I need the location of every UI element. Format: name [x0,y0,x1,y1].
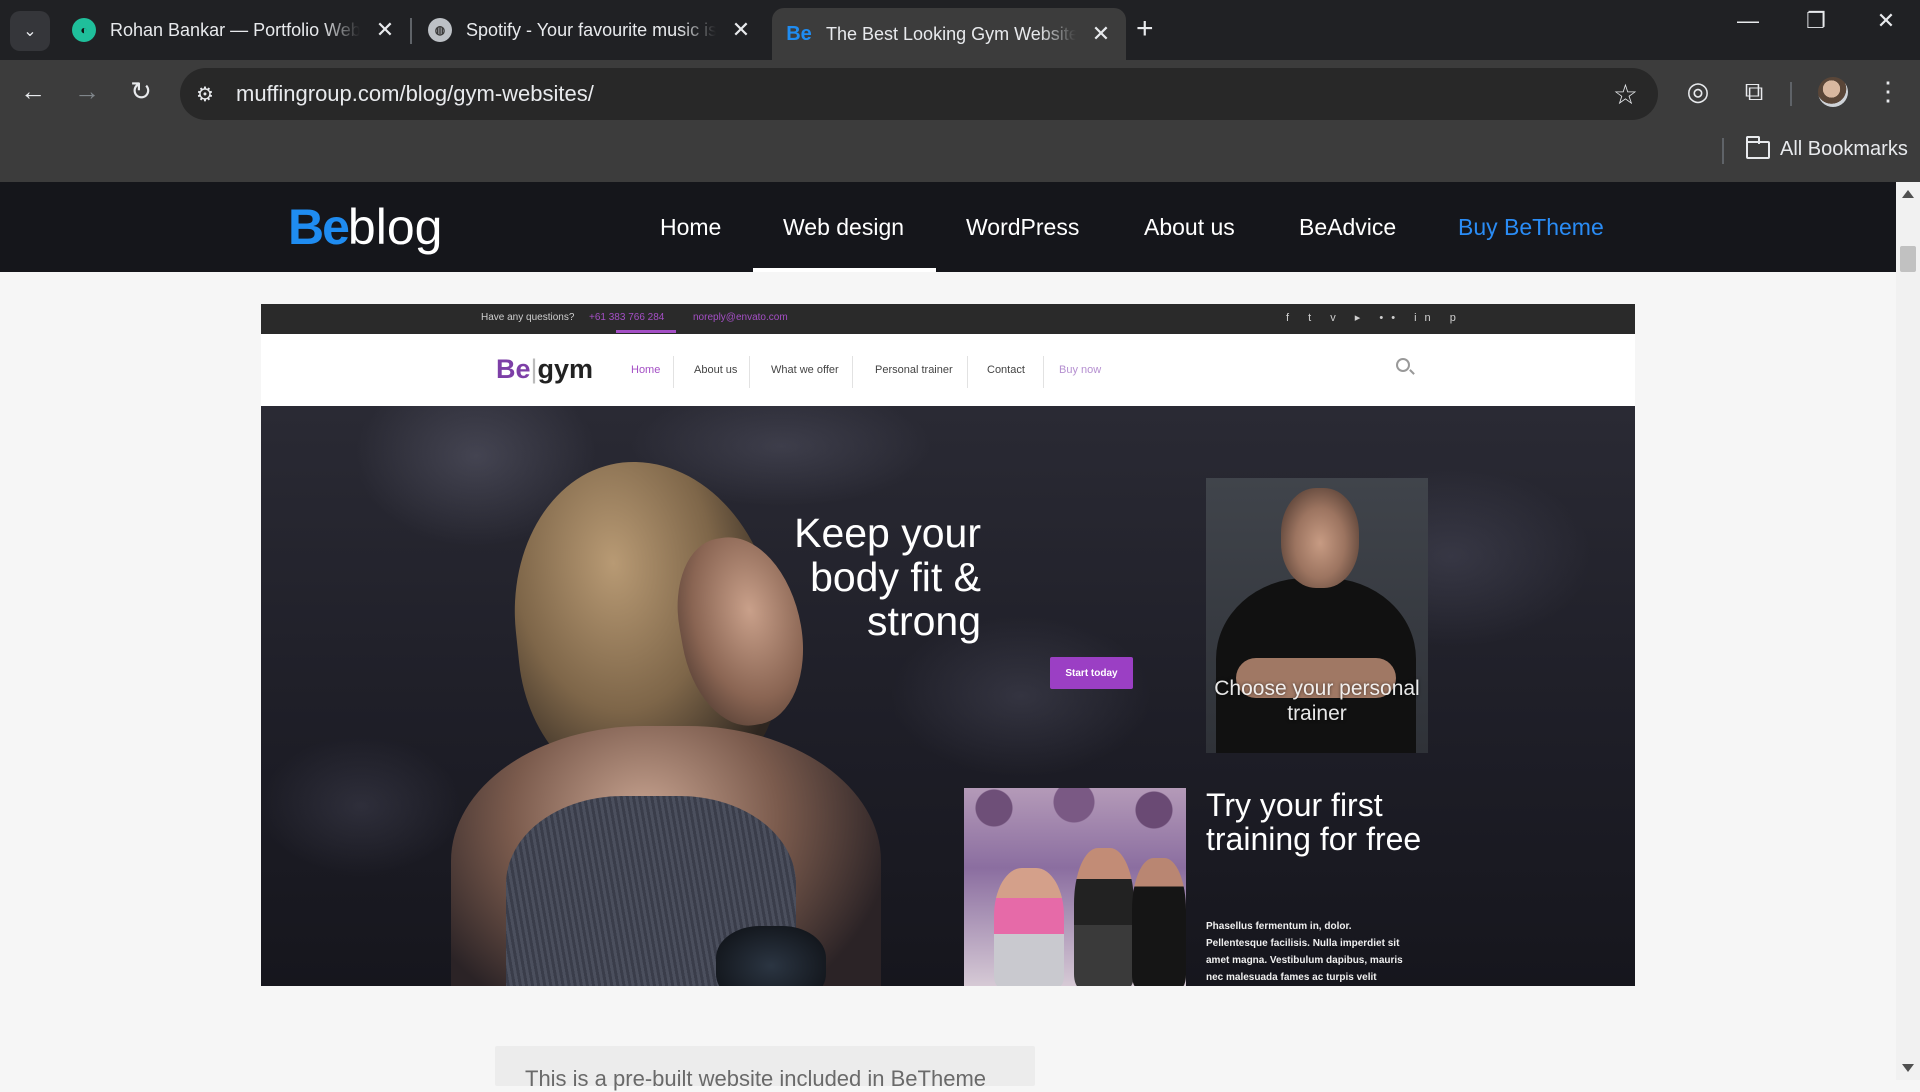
globe-icon: ◍ [428,18,452,42]
new-tab-button[interactable]: + [1136,14,1154,44]
close-icon[interactable]: ✕ [1090,21,1112,47]
profile-avatar[interactable] [1818,77,1848,107]
search-icon [1396,358,1410,372]
address-bar[interactable]: ⚙ muffingroup.com/blog/gym-websites/ ☆ [180,68,1658,120]
all-bookmarks-button[interactable]: All Bookmarks [1746,135,1908,161]
gym-trainer-text: Choose your personal trainer [1214,677,1420,725]
gym-nav-divider [852,356,853,388]
scrollbar-thumb[interactable] [1900,246,1916,272]
back-button[interactable]: ← [16,76,50,107]
gym-start-today-button: Start today [1050,657,1133,689]
tab-gym-websites[interactable]: Be The Best Looking Gym Websites ✕ [772,8,1126,60]
extension-target-icon[interactable]: ◎ [1682,76,1714,107]
gym-nav-contact: Contact [987,364,1025,376]
rb-icon: ◐ [72,18,96,42]
extensions-puzzle-icon[interactable]: ⧉ [1738,76,1770,108]
gym-hero-title: Keep your body fit & strong [794,510,981,644]
gym-trainer-card: Choose your personal trainer [1206,478,1428,753]
gym-topbar: Have any questions? +61 383 766 284 nore… [261,304,1635,334]
folder-icon [1746,135,1770,159]
gym-question-text: Have any questions? [481,312,575,323]
behance-icon: Be [786,22,812,45]
class-photo-person [1074,848,1134,986]
more-menu-icon[interactable]: ⋮ [1872,76,1904,107]
minimize-icon[interactable]: — [1728,8,1768,34]
gym-logo-gym: gym [537,354,594,384]
pre-built-caption: This is a pre-built website included in … [525,1066,987,1091]
nav-wordpress[interactable]: WordPress [966,214,1079,241]
gym-email-text: noreply@envato.com [693,312,788,323]
site-settings-icon[interactable]: ⚙ [196,82,222,106]
article-content: Have any questions? +61 383 766 284 nore… [0,272,1896,1091]
tab-title: The Best Looking Gym Websites [826,23,1076,44]
bookmarks-separator [1722,138,1724,164]
scroll-down-arrow-icon[interactable] [1902,1064,1914,1072]
nav-beadvice[interactable]: BeAdvice [1299,214,1396,241]
gym-logo-be: Be [496,354,531,384]
gym-nav-divider [673,356,674,388]
url-text[interactable]: muffingroup.com/blog/gym-websites/ [236,81,594,107]
gym-logo: Be|gym [496,354,593,385]
gym-class-photo [964,788,1186,986]
gym-nav-offer: What we offer [771,364,839,376]
tab-title: Rohan Bankar — Portfolio Website [110,19,360,40]
nav-home[interactable]: Home [660,214,721,241]
site-header: Beblog Home Web design WordPress About u… [0,182,1896,272]
gym-nav-about: About us [694,364,738,376]
gym-hero: Keep your body fit & strong Start today … [261,406,1635,986]
chevron-down-icon: ⌄ [23,23,37,40]
star-icon[interactable]: ☆ [1613,78,1638,111]
close-icon[interactable]: ✕ [374,17,396,43]
gym-try-text: Phasellus fermentum in, dolor. Pellentes… [1206,921,1403,983]
gym-logo-bar: | [530,354,538,384]
logo-be: Be [288,199,350,255]
gym-nav-divider [1043,356,1044,388]
nav-about-us[interactable]: About us [1144,214,1235,241]
gym-try-title: Try your first training for free [1206,787,1422,857]
bookmarks-bar: All Bookmarks [0,122,1920,182]
browser-tabstrip: ⌄ ◐ Rohan Bankar — Portfolio Website ✕ ◍… [0,0,1920,60]
gym-topbar-accent [616,330,676,333]
restore-icon[interactable]: ❐ [1796,8,1836,34]
tab-search-button[interactable]: ⌄ [10,11,50,51]
nav-buy-betheme[interactable]: Buy BeTheme [1458,214,1604,241]
hero-photo-dumbbell [716,926,826,986]
forward-button[interactable]: → [70,76,104,107]
tab-title: Spotify - Your favourite music is here [466,19,716,40]
trainer-photo-head [1281,488,1359,588]
browser-toolbar: ← → ↻ ⚙ muffingroup.com/blog/gym-website… [0,60,1920,122]
gym-social-icons: f t v ▸ •• in p [1286,312,1464,324]
logo-blog: blog [347,199,443,255]
class-photo-balls [964,788,1186,848]
nav-web-design[interactable]: Web design [783,214,904,241]
all-bookmarks-label: All Bookmarks [1780,138,1908,160]
gym-nav-buy: Buy now [1059,364,1102,376]
class-photo-person [994,868,1064,986]
scroll-up-arrow-icon[interactable] [1902,190,1914,198]
tab-separator [410,18,412,44]
gym-nav-divider [749,356,750,388]
page-scrollbar[interactable] [1896,182,1920,1080]
close-icon[interactable]: ✕ [730,17,752,43]
class-photo-person [1132,858,1186,986]
gym-website-screenshot: Have any questions? +61 383 766 284 nore… [261,304,1635,986]
gym-nav-trainer: Personal trainer [875,364,953,376]
gym-phone-text: +61 383 766 284 [589,312,665,323]
tab-spotify[interactable]: ◍ Spotify - Your favourite music is here… [428,8,752,52]
toolbar-divider [1790,82,1792,106]
reload-button[interactable]: ↻ [124,76,158,107]
tab-portfolio[interactable]: ◐ Rohan Bankar — Portfolio Website ✕ [72,8,396,52]
gym-nav-divider [967,356,968,388]
close-window-icon[interactable]: ✕ [1866,8,1906,34]
site-logo[interactable]: Beblog [288,200,442,254]
gym-nav-home: Home [631,364,661,376]
gym-navbar: Be|gym Home About us What we offer Perso… [261,334,1635,406]
